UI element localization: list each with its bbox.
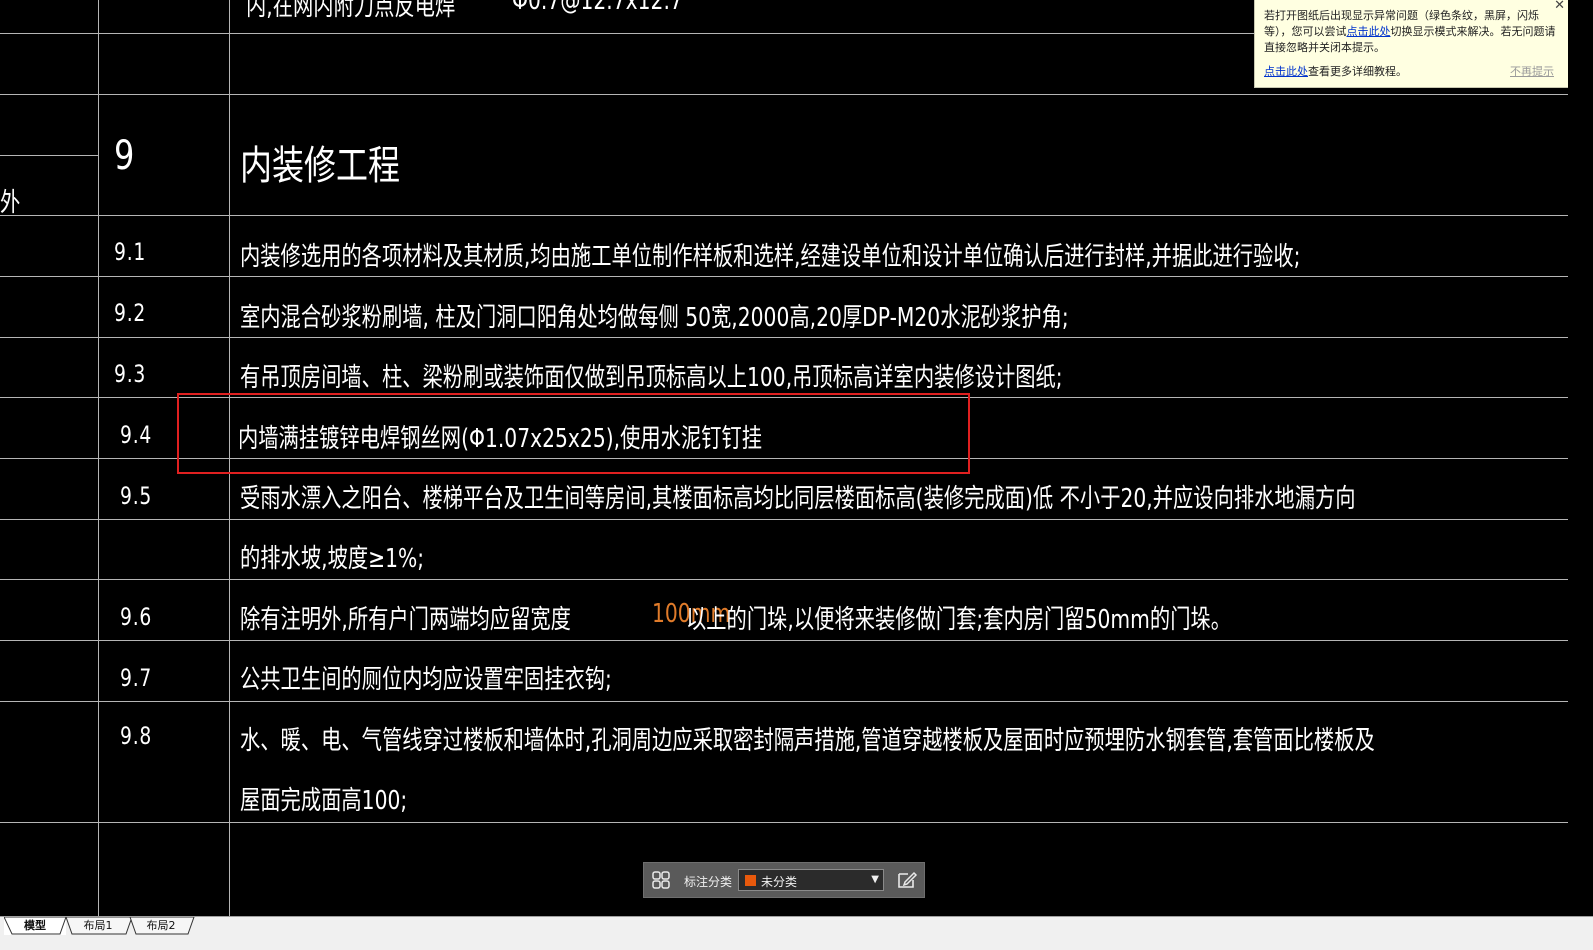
row-number: 9.3 <box>114 360 147 388</box>
dont-show-again-link[interactable]: 不再提示 <box>1510 64 1554 80</box>
grid-line <box>0 640 1568 641</box>
grid-line <box>0 215 1568 216</box>
notice-text: 查看更多详细教程。 <box>1308 65 1407 78</box>
annotation-category-select[interactable]: 未分类 ▼ <box>738 869 884 891</box>
tab-model[interactable]: 模型 <box>4 917 67 935</box>
tab-label: 布局2 <box>146 919 176 932</box>
partial-row-spec: Φ0.7@12.7x12.7 <box>512 0 683 16</box>
row-number: 9.6 <box>120 603 153 631</box>
grid-line <box>0 822 1568 823</box>
chevron-down-icon: ▼ <box>871 874 879 885</box>
row-text: 公共卫生间的厕位内均应设置牢固挂衣钩; <box>240 665 612 695</box>
row-text: 水、暖、电、气管线穿过楼板和墙体时,孔洞周边应采取密封隔声措施,管道穿越楼板及屋… <box>240 726 1375 756</box>
grid-line <box>0 276 1568 277</box>
row-text: 室内混合砂浆粉刷墙, 柱及门洞口阳角处均做每侧 50宽,2000高,20厚DP-… <box>240 303 1069 333</box>
row-number: 9.5 <box>120 482 153 510</box>
row-text: 除有注明外,所有户门两端均应留宽度 <box>240 605 571 635</box>
row-text: 有吊顶房间墙、柱、梁粉刷或装饰面仅做到吊顶标高以上100,吊顶标高详室内装修设计… <box>240 363 1063 393</box>
row-number: 9.8 <box>120 722 153 750</box>
switch-display-link[interactable]: 点击此处 <box>1347 25 1391 38</box>
grid-line <box>98 0 99 916</box>
row-text: 屋面完成面高100; <box>240 786 408 816</box>
close-icon[interactable]: ✕ <box>1554 0 1565 14</box>
left-column-fragment: 外 <box>0 188 21 218</box>
grid-line <box>0 337 1568 338</box>
edit-icon[interactable] <box>896 870 918 890</box>
category-selected-value: 未分类 <box>761 875 798 889</box>
row-text: 的排水坡,坡度≥1%; <box>240 544 425 574</box>
category-color-swatch <box>745 875 756 886</box>
layout-tab-bar: 模型 布局1 布局2 <box>0 916 1593 950</box>
row-number: 9.1 <box>114 238 147 266</box>
display-notice-popup: ✕ 若打开图纸后出现显示异常问题（绿色条纹，黑屏，闪烁等），您可以尝试点击此处切… <box>1254 0 1568 88</box>
tutorial-link[interactable]: 点击此处 <box>1264 65 1308 78</box>
grid-line <box>0 94 1568 95</box>
grid-line <box>0 519 1568 520</box>
tab-label: 布局1 <box>83 919 113 932</box>
row-text-tail: 以上的门垛,以便将来装修做门套;套内房门留50mm的门垛。 <box>686 605 1232 635</box>
grid-line <box>0 579 1568 580</box>
grid-line <box>0 155 99 156</box>
row-text: 内装修选用的各项材料及其材质,均由施工单位制作样板和选样,经建设单位和设计单位确… <box>240 242 1301 272</box>
section-title: 内装修工程 <box>240 143 400 189</box>
cad-canvas[interactable]: 内,在网内附刀点反电焊 Φ0.7@12.7x12.7 外 9 内装修工程 9.1… <box>0 0 1593 916</box>
tab-layout2[interactable]: 布局2 <box>128 917 195 935</box>
highlight-box <box>177 393 970 474</box>
tab-layout1[interactable]: 布局1 <box>64 917 133 935</box>
notice-message: 若打开图纸后出现显示异常问题（绿色条纹，黑屏，闪烁等），您可以尝试点击此处切换显… <box>1264 8 1558 56</box>
notice-tutorial: 点击此处查看更多详细教程。 <box>1264 64 1407 80</box>
annotation-category-label: 标注分类 <box>684 875 733 889</box>
section-number: 9 <box>114 133 135 179</box>
annotation-grid-icon[interactable] <box>652 871 670 889</box>
tab-label: 模型 <box>24 919 46 932</box>
row-text: 受雨水漂入之阳台、楼梯平台及卫生间等房间,其楼面标高均比同层楼面标高(装修完成面… <box>240 484 1356 514</box>
partial-row-text: 内,在网内附刀点反电焊 <box>246 0 456 22</box>
row-number: 9.4 <box>120 421 153 449</box>
grid-line <box>0 701 1568 702</box>
row-number: 9.7 <box>120 664 153 692</box>
annotation-toolbar: 标注分类 未分类 ▼ <box>643 862 925 898</box>
row-number: 9.2 <box>114 299 147 327</box>
